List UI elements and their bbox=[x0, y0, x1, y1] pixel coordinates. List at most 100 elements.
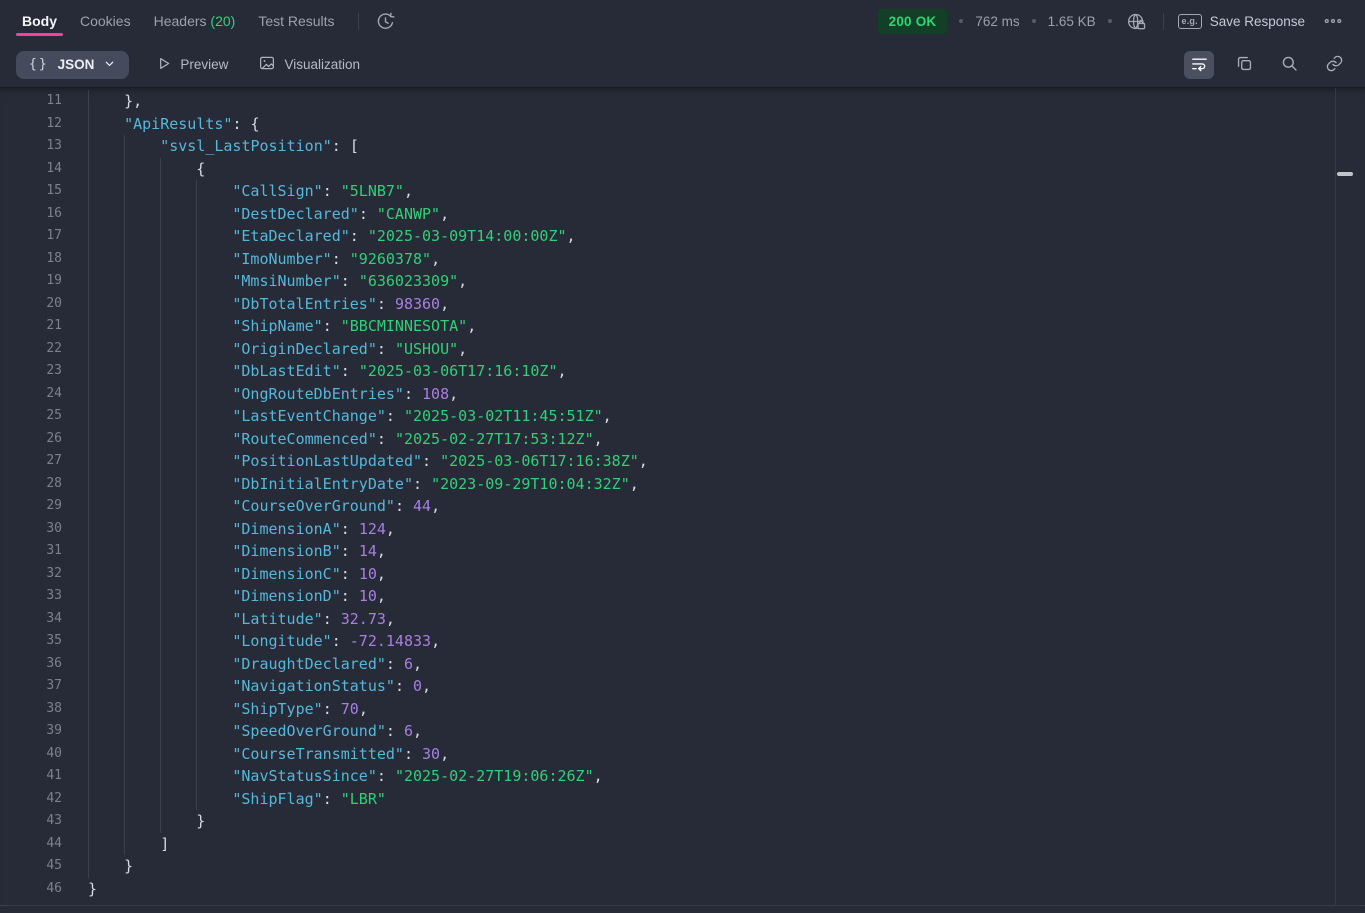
ellipsis-icon bbox=[1323, 11, 1343, 31]
tab-test-results-label: Test Results bbox=[258, 13, 334, 29]
line-number: 11 bbox=[0, 90, 62, 113]
code-line: 28"DbInitialEntryDate": "2023-09-29T10:0… bbox=[0, 473, 1365, 496]
tab-body[interactable]: Body bbox=[20, 3, 59, 39]
code-line: 40"CourseTransmitted": 30, bbox=[0, 743, 1365, 766]
indent-guide bbox=[88, 585, 124, 608]
indent-guide bbox=[196, 698, 232, 721]
chevron-down-icon bbox=[103, 57, 116, 73]
save-response-button[interactable]: e.g. Save Response bbox=[1178, 14, 1305, 29]
indent-guide bbox=[196, 563, 232, 586]
link-icon bbox=[1325, 54, 1344, 76]
code-line: 15"CallSign": "5LNB7", bbox=[0, 180, 1365, 203]
code-line: 37"NavigationStatus": 0, bbox=[0, 675, 1365, 698]
line-number: 22 bbox=[0, 338, 62, 361]
indent-guide bbox=[88, 405, 124, 428]
panel-bottom-edge bbox=[0, 906, 1365, 913]
line-number: 21 bbox=[0, 315, 62, 338]
search-button[interactable] bbox=[1274, 51, 1304, 79]
indent-guide bbox=[124, 180, 160, 203]
line-number: 23 bbox=[0, 360, 62, 383]
code-line: 17"EtaDeclared": "2025-03-09T14:00:00Z", bbox=[0, 225, 1365, 248]
indent-guide bbox=[196, 765, 232, 788]
indent-guide bbox=[124, 698, 160, 721]
history-clock-icon bbox=[375, 11, 396, 32]
visualization-button[interactable]: Visualization bbox=[258, 54, 360, 75]
network-info-button[interactable] bbox=[1124, 9, 1149, 34]
save-as-example-icon: e.g. bbox=[1178, 14, 1202, 29]
braces-icon: {} bbox=[29, 57, 49, 72]
indent-guide bbox=[88, 90, 124, 113]
search-icon bbox=[1280, 54, 1299, 76]
tab-test-results[interactable]: Test Results bbox=[256, 3, 336, 39]
indent-guide bbox=[160, 810, 196, 833]
indent-guide bbox=[88, 630, 124, 653]
response-history-button[interactable] bbox=[373, 9, 398, 34]
indent-guide bbox=[160, 653, 196, 676]
indent-guide bbox=[124, 518, 160, 541]
indent-guide bbox=[124, 225, 160, 248]
play-icon bbox=[155, 55, 172, 75]
indent-guide bbox=[124, 135, 160, 158]
indent-guide bbox=[160, 338, 196, 361]
image-icon bbox=[258, 54, 276, 75]
code-line: 35"Longitude": -72.14833, bbox=[0, 630, 1365, 653]
indent-guide bbox=[160, 540, 196, 563]
line-number: 20 bbox=[0, 293, 62, 316]
indent-guide bbox=[124, 765, 160, 788]
indent-guide bbox=[88, 810, 124, 833]
dot-separator bbox=[1032, 19, 1036, 23]
response-size: 1.65 KB bbox=[1048, 14, 1096, 29]
line-number: 37 bbox=[0, 675, 62, 698]
code-line: 33"DimensionD": 10, bbox=[0, 585, 1365, 608]
indent-guide bbox=[196, 653, 232, 676]
line-number: 45 bbox=[0, 855, 62, 878]
indent-guide bbox=[196, 675, 232, 698]
indent-guide bbox=[160, 315, 196, 338]
json-body-editor[interactable]: 11},12"ApiResults": {13"svsl_LastPositio… bbox=[0, 88, 1365, 906]
indent-guide bbox=[124, 563, 160, 586]
response-status-group: 200 OK 762 ms 1.65 KB bbox=[878, 9, 1345, 34]
indent-guide bbox=[88, 248, 124, 271]
indent-guide bbox=[196, 743, 232, 766]
more-options-button[interactable] bbox=[1321, 9, 1345, 33]
code-line: 26"RouteCommenced": "2025-02-27T17:53:12… bbox=[0, 428, 1365, 451]
indent-guide bbox=[88, 450, 124, 473]
indent-guide bbox=[196, 585, 232, 608]
indent-guide bbox=[124, 405, 160, 428]
code-line: 16"DestDeclared": "CANWP", bbox=[0, 203, 1365, 226]
indent-guide bbox=[196, 630, 232, 653]
indent-guide bbox=[160, 225, 196, 248]
indent-guide bbox=[124, 495, 160, 518]
preview-label: Preview bbox=[180, 57, 228, 72]
wrap-lines-button[interactable] bbox=[1184, 51, 1214, 79]
indent-guide bbox=[88, 383, 124, 406]
line-number: 14 bbox=[0, 158, 62, 181]
indent-guide bbox=[196, 608, 232, 631]
code-line: 38"ShipType": 70, bbox=[0, 698, 1365, 721]
editor-actions bbox=[1184, 51, 1349, 79]
indent-guide bbox=[160, 720, 196, 743]
tab-cookies[interactable]: Cookies bbox=[78, 3, 133, 39]
copy-link-button[interactable] bbox=[1319, 51, 1349, 79]
preview-button[interactable]: Preview bbox=[155, 55, 228, 75]
indent-guide bbox=[124, 788, 160, 811]
indent-guide bbox=[196, 315, 232, 338]
line-number: 36 bbox=[0, 653, 62, 676]
indent-guide bbox=[124, 270, 160, 293]
indent-guide bbox=[160, 383, 196, 406]
copy-button[interactable] bbox=[1229, 51, 1259, 79]
tab-headers[interactable]: Headers (20) bbox=[152, 3, 238, 39]
line-number: 30 bbox=[0, 518, 62, 541]
indent-guide bbox=[196, 495, 232, 518]
indent-guide bbox=[124, 743, 160, 766]
indent-guide bbox=[196, 788, 232, 811]
code-line: 34"Latitude": 32.73, bbox=[0, 608, 1365, 631]
code-line: 41"NavStatusSince": "2025-02-27T19:06:26… bbox=[0, 765, 1365, 788]
scrollbar-track bbox=[1335, 88, 1336, 905]
line-number: 35 bbox=[0, 630, 62, 653]
indent-guide bbox=[124, 360, 160, 383]
response-time: 762 ms bbox=[975, 14, 1019, 29]
format-select-dropdown[interactable]: {} JSON bbox=[16, 51, 129, 79]
code-line: 32"DimensionC": 10, bbox=[0, 563, 1365, 586]
scrollbar-thumb[interactable] bbox=[1337, 172, 1353, 176]
